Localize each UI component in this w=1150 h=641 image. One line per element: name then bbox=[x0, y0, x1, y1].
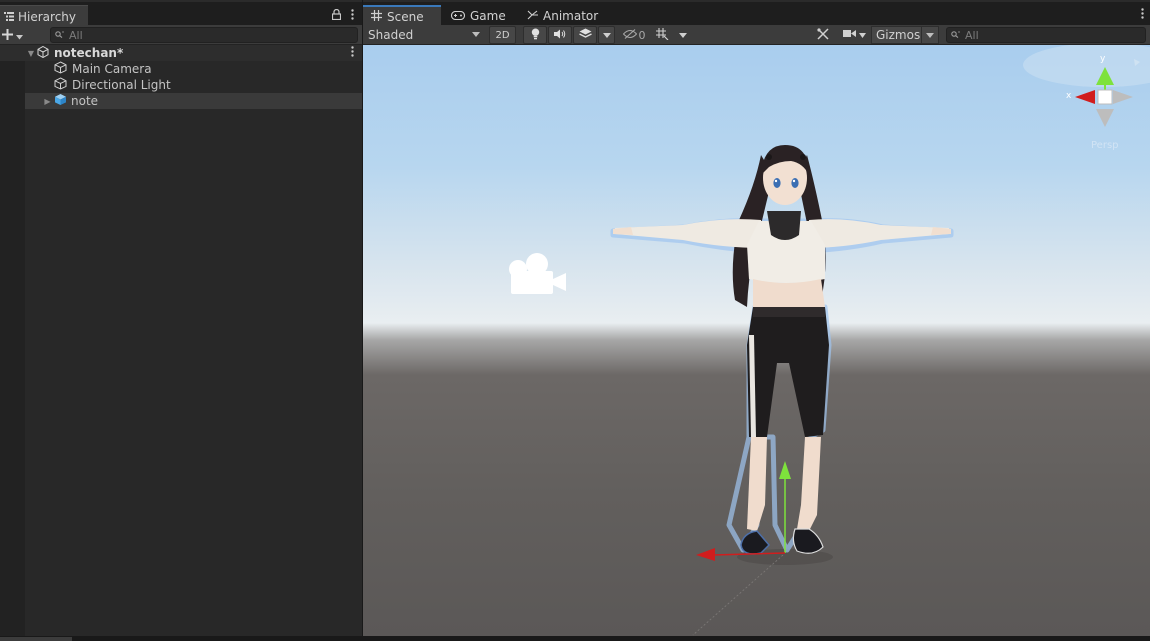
search-placeholder: All bbox=[69, 28, 83, 42]
grid-icon bbox=[371, 10, 382, 24]
shading-mode-label: Shaded bbox=[368, 28, 414, 42]
gizmos-divider bbox=[921, 27, 922, 43]
search-icon bbox=[951, 28, 960, 42]
gamepad-icon bbox=[450, 9, 466, 23]
chevron-down-icon bbox=[472, 32, 480, 37]
hierarchy-list-icon bbox=[4, 10, 14, 24]
tab-scene[interactable]: Scene bbox=[363, 5, 441, 27]
scene-toolbar: Shaded 2D 0 Gizmos All bbox=[363, 25, 1150, 45]
hierarchy-tab-strip: Hierarchy bbox=[0, 0, 362, 27]
item-label: Main Camera bbox=[72, 62, 152, 76]
scene-camera-icon[interactable] bbox=[509, 253, 566, 294]
scene-menu-icon[interactable] bbox=[351, 46, 354, 60]
more-options-icon[interactable] bbox=[1141, 8, 1144, 22]
animator-icon bbox=[527, 9, 538, 23]
scene-search-field[interactable]: All bbox=[946, 27, 1146, 43]
hierarchy-search-field[interactable]: All bbox=[50, 27, 358, 43]
gameobject-cube-icon bbox=[54, 61, 67, 77]
camera-settings-dropdown[interactable] bbox=[838, 26, 870, 44]
more-options-icon[interactable] bbox=[351, 9, 354, 23]
tab-game-label: Game bbox=[470, 9, 506, 23]
toggle-2d-button[interactable]: 2D bbox=[489, 26, 516, 44]
lightbulb-icon bbox=[531, 28, 540, 43]
chevron-down-icon bbox=[679, 30, 687, 41]
lighting-toggle-button[interactable] bbox=[523, 26, 547, 44]
plus-icon bbox=[2, 27, 13, 43]
audio-toggle-button[interactable] bbox=[548, 26, 572, 44]
window-bottom-edge bbox=[0, 636, 1150, 641]
chevron-down-icon bbox=[926, 33, 934, 38]
scene-header-row[interactable]: ▼ notechan* bbox=[25, 45, 362, 61]
lock-icon[interactable] bbox=[331, 8, 342, 23]
grid-snap-icon bbox=[655, 27, 669, 43]
video-camera-icon bbox=[842, 29, 856, 41]
scene-viewport[interactable]: y x Persp bbox=[363, 45, 1150, 636]
search-placeholder: All bbox=[965, 28, 979, 42]
character-model[interactable] bbox=[610, 145, 954, 555]
search-icon bbox=[55, 28, 64, 42]
item-label: note bbox=[71, 94, 99, 108]
tab-hierarchy[interactable]: Hierarchy bbox=[0, 5, 88, 27]
eye-slash-icon bbox=[622, 28, 637, 42]
tab-scene-label: Scene bbox=[387, 10, 424, 24]
scene-view-panel: Scene Game Animator Shaded 2D 0 Gizmos A… bbox=[363, 0, 1150, 641]
tools-button[interactable] bbox=[812, 26, 834, 44]
scene-name: notechan* bbox=[54, 46, 124, 60]
gizmos-dropdown[interactable]: Gizmos bbox=[871, 26, 939, 44]
toggle-2d-label: 2D bbox=[495, 29, 510, 41]
chevron-down-icon bbox=[16, 27, 23, 43]
item-label: Directional Light bbox=[72, 78, 171, 92]
effects-dropdown-button[interactable] bbox=[598, 26, 615, 44]
hierarchy-gutter bbox=[0, 45, 25, 641]
collapsed-arrow-icon[interactable]: ▶ bbox=[41, 97, 54, 106]
axis-y-label: y bbox=[1100, 54, 1106, 64]
list-item[interactable]: Main Camera bbox=[25, 61, 362, 77]
hidden-objects-toggle[interactable]: 0 bbox=[618, 26, 650, 44]
create-button[interactable] bbox=[2, 26, 28, 44]
speaker-icon bbox=[554, 29, 566, 42]
hierarchy-tab-label: Hierarchy bbox=[18, 9, 77, 24]
expanded-arrow-icon[interactable]: ▼ bbox=[25, 49, 37, 58]
tab-animator[interactable]: Animator bbox=[519, 5, 609, 27]
layers-icon bbox=[578, 28, 592, 42]
gameobject-cube-icon bbox=[54, 77, 67, 93]
grid-snap-dropdown[interactable] bbox=[675, 26, 691, 44]
scene-tab-strip: Scene Game Animator bbox=[363, 0, 1150, 27]
effects-toggle-button[interactable] bbox=[573, 26, 597, 44]
hierarchy-toolbar: All bbox=[0, 25, 362, 45]
chevron-down-icon bbox=[602, 30, 611, 41]
bottom-dock-tab[interactable] bbox=[0, 637, 72, 641]
prefab-cube-icon bbox=[54, 93, 67, 109]
projection-label[interactable]: Persp bbox=[1091, 140, 1119, 151]
grid-snap-toggle[interactable] bbox=[651, 26, 673, 44]
tab-game[interactable]: Game bbox=[443, 5, 519, 27]
gizmos-label: Gizmos bbox=[876, 28, 921, 42]
chevron-down-icon bbox=[858, 30, 866, 41]
axis-x-label: x bbox=[1066, 91, 1072, 101]
list-item[interactable]: ▶ note bbox=[25, 93, 362, 109]
wrench-cross-icon bbox=[817, 27, 829, 43]
shading-mode-dropdown[interactable]: Shaded bbox=[364, 26, 484, 44]
unity-scene-icon bbox=[37, 45, 49, 61]
hidden-count: 0 bbox=[638, 28, 646, 42]
list-item[interactable]: Directional Light bbox=[25, 77, 362, 93]
tab-animator-label: Animator bbox=[543, 9, 599, 23]
hierarchy-panel: Hierarchy All ▼ notechan* Main Camera Di… bbox=[0, 0, 362, 641]
scene-render bbox=[509, 45, 1150, 636]
